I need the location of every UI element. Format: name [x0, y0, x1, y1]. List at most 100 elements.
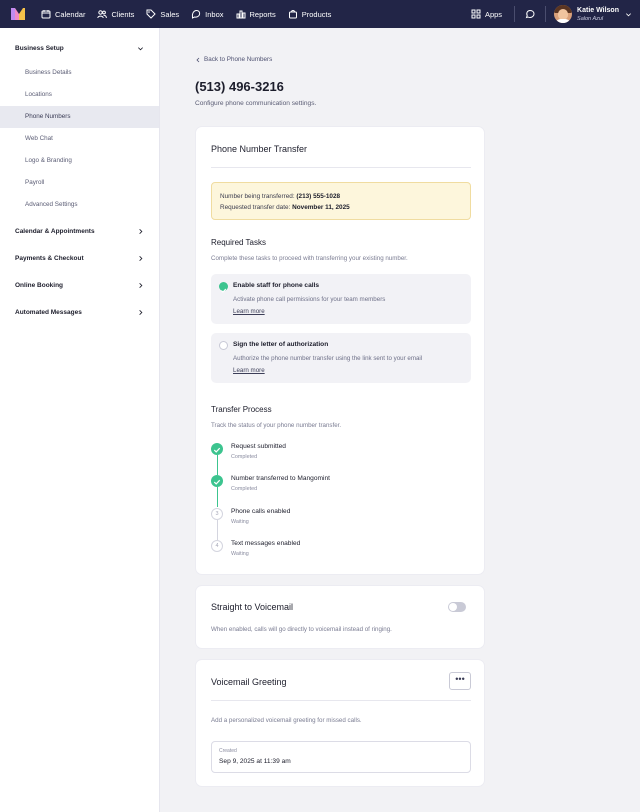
nav-calendar[interactable]: Calendar	[35, 0, 91, 28]
card-title: Phone Number Transfer	[211, 144, 308, 154]
sidebar-item-business-details[interactable]: Business Details	[0, 62, 159, 84]
sidebar-item-payroll[interactable]: Payroll	[0, 172, 159, 194]
nav-products-label: Products	[301, 9, 332, 19]
timeline-step: Number transferred to Mangomint Complete…	[211, 475, 471, 499]
task-title: Sign the letter of authorization	[233, 341, 329, 348]
page-subtitle: Configure phone communication settings.	[195, 100, 317, 107]
created-field: Created Sep 9, 2025 at 11:39 am	[211, 741, 471, 773]
timeline-step: 3 Phone calls enabled Waiting	[211, 508, 471, 532]
sidebar-item-logo-branding[interactable]: Logo & Branding	[0, 150, 159, 172]
sidebar-section-label: Calendar & Appointments	[15, 228, 95, 235]
sidebar-item-phone-numbers[interactable]: Phone Numbers	[0, 106, 159, 128]
task-desc: Authorize the phone number transfer usin…	[233, 355, 423, 362]
greeting-desc: Add a personalized voicemail greeting fo…	[211, 717, 362, 724]
created-label: Created	[219, 748, 237, 754]
users-icon	[97, 10, 108, 19]
inbox-icon	[192, 9, 201, 19]
notice-date-value: November 11, 2025	[292, 204, 350, 211]
notice-number-label: Number being transferred:	[220, 193, 295, 200]
nav-sales[interactable]: Sales	[140, 0, 185, 28]
nav-clients-label: Clients	[111, 9, 135, 19]
grid-icon	[471, 9, 481, 19]
sidebar-item-advanced-settings[interactable]: Advanced Settings	[0, 194, 159, 216]
sidebar-item-web-chat[interactable]: Web Chat	[0, 128, 159, 150]
user-location: Salon Azul	[577, 15, 604, 22]
required-tasks-title: Required Tasks	[211, 238, 266, 247]
notice-date-label: Requested transfer date:	[220, 204, 291, 211]
nav-products[interactable]: Products	[282, 0, 338, 28]
voicemail-toggle[interactable]	[448, 602, 466, 612]
required-tasks-desc: Complete these tasks to proceed with tra…	[211, 255, 408, 262]
main-content: Back to Phone Numbers (513) 496-3216 Con…	[160, 28, 640, 812]
task-title: Enable staff for phone calls	[233, 282, 320, 289]
timeline-step: Request submitted Completed	[211, 443, 471, 467]
step-label: Request submitted	[231, 443, 286, 450]
tag-icon	[146, 9, 157, 19]
voicemail-greeting-card: Voicemail Greeting ••• Add a personalize…	[195, 659, 485, 787]
step-status: Waiting	[231, 551, 249, 557]
nav-reports[interactable]: Reports	[230, 0, 282, 28]
timeline-step: 4 Text messages enabled Waiting	[211, 540, 471, 564]
more-options-button[interactable]: •••	[449, 672, 471, 690]
transfer-notice: Number being transferred: (213) 555-1028…	[211, 182, 471, 220]
calendar-icon	[41, 10, 51, 19]
chevron-down-icon	[626, 12, 631, 16]
nav-inbox-label: Inbox	[205, 9, 224, 19]
learn-more-link[interactable]: Learn more	[233, 308, 265, 315]
sidebar-section-business-setup[interactable]: Business Setup	[0, 35, 159, 62]
nav-clients[interactable]: Clients	[91, 0, 140, 28]
nav-sales-label: Sales	[160, 9, 180, 19]
toggle-knob	[449, 603, 457, 611]
app-logo[interactable]	[11, 8, 25, 20]
sidebar-section-payments-checkout[interactable]: Payments & Checkout	[0, 245, 159, 272]
nav-right-group: Apps Katie Wilson Salon Azul	[465, 0, 640, 28]
card-title: Voicemail Greeting	[211, 677, 287, 687]
empty-circle-icon	[219, 341, 228, 350]
voicemail-desc: When enabled, calls will go directly to …	[211, 626, 392, 633]
voicemail-card: Straight to Voicemail When enabled, call…	[195, 585, 485, 649]
step-label: Text messages enabled	[231, 540, 301, 547]
check-circle-icon	[211, 475, 223, 487]
task-desc: Activate phone call permissions for your…	[233, 296, 386, 303]
nav-apps-label: Apps	[484, 9, 503, 19]
transfer-process-desc: Track the status of your phone number tr…	[211, 422, 342, 429]
chevron-right-icon	[139, 310, 143, 315]
nav-divider	[545, 6, 547, 22]
sidebar-section-label: Automated Messages	[15, 309, 82, 316]
nav-apps[interactable]: Apps	[465, 0, 508, 28]
created-value: Sep 9, 2025 at 11:39 am	[219, 758, 291, 765]
sidebar-section-calendar-appointments[interactable]: Calendar & Appointments	[0, 218, 159, 245]
card-title: Straight to Voicemail	[211, 602, 294, 612]
task-item: Enable staff for phone calls Activate ph…	[211, 274, 471, 324]
chat-button[interactable]	[521, 0, 539, 28]
check-circle-icon	[211, 443, 223, 455]
chat-bubble-icon	[525, 9, 535, 19]
sidebar-section-label: Business Setup	[15, 45, 64, 52]
learn-more-link[interactable]: Learn more	[233, 367, 265, 374]
user-menu[interactable]: Katie Wilson Salon Azul	[552, 5, 640, 23]
notice-number-value: (213) 555-1028	[296, 193, 341, 200]
sidebar-section-label: Online Booking	[15, 282, 64, 289]
check-circle-icon	[219, 282, 228, 293]
chevron-right-icon	[139, 229, 143, 234]
user-name: Katie Wilson	[577, 6, 619, 14]
nav-divider	[514, 6, 516, 22]
step-label: Number transferred to Mangomint	[231, 475, 330, 482]
sidebar-section-online-booking[interactable]: Online Booking	[0, 272, 159, 299]
nav-inbox[interactable]: Inbox	[185, 0, 229, 28]
bar-chart-icon	[236, 10, 245, 19]
sidebar-item-locations[interactable]: Locations	[0, 84, 159, 106]
phone-transfer-card: Phone Number Transfer Number being trans…	[195, 126, 485, 575]
top-navigation-bar: Calendar Clients Sales Inbox Reports Pro…	[0, 0, 640, 28]
sidebar-section-automated-messages[interactable]: Automated Messages	[0, 299, 159, 326]
back-link-label: Back to Phone Numbers	[204, 56, 273, 63]
step-number: 4	[211, 540, 223, 552]
bag-icon	[288, 10, 297, 19]
chevron-right-icon	[139, 256, 143, 261]
divider	[211, 700, 471, 701]
chevron-left-icon	[196, 57, 200, 62]
back-link[interactable]: Back to Phone Numbers	[195, 56, 272, 63]
divider	[211, 167, 471, 168]
nav-calendar-label: Calendar	[55, 9, 86, 19]
page-title: (513) 496-3216	[195, 79, 284, 94]
